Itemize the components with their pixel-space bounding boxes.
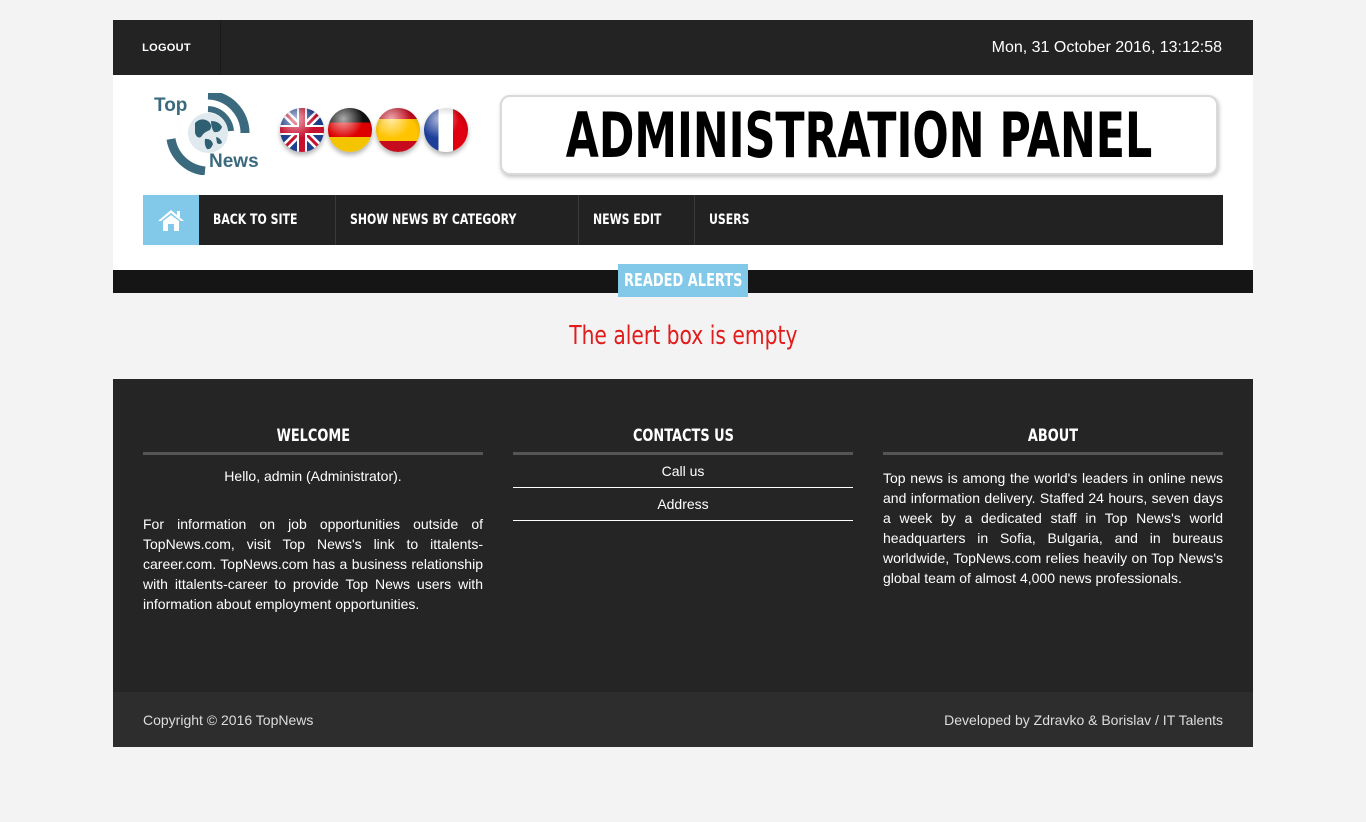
about-heading-text: ABOUT — [1027, 425, 1079, 446]
site-logo[interactable]: Top News — [153, 90, 271, 176]
logo-text-top: Top — [154, 95, 188, 116]
nav-label: SHOW NEWS BY CATEGORY — [350, 212, 517, 228]
contacts-heading: CONTACTS US — [513, 419, 853, 455]
current-datetime: Mon, 31 October 2016, 13:12:58 — [991, 38, 1222, 56]
section-label-text: READED ALERTS — [623, 270, 743, 291]
footer-welcome: WELCOME Hello, admin (Administrator). Fo… — [143, 419, 483, 614]
contacts-heading-text: CONTACTS US — [632, 425, 734, 446]
banner-title: ADMINISTRATION PANEL — [565, 98, 1153, 172]
nav-label: USERS — [709, 212, 750, 228]
nav-home-button[interactable] — [143, 195, 199, 245]
welcome-text: For information on job opportunities out… — [143, 516, 483, 612]
nav-label: BACK TO SITE — [213, 212, 298, 228]
alert-area: The alert box is empty — [113, 293, 1253, 379]
empty-alert-message: The alert box is empty — [568, 321, 798, 351]
footer-contacts: CONTACTS US Call us Address — [513, 419, 853, 521]
copyright-bar: Copyright © 2016 TopNews Developed by Zd… — [113, 692, 1253, 747]
developer-credit: Developed by Zdravko & Borislav / IT Tal… — [944, 711, 1223, 728]
nav-back-to-site[interactable]: BACK TO SITE — [199, 195, 337, 245]
top-bar: LOGOUT Mon, 31 October 2016, 13:12:58 — [113, 20, 1253, 75]
nav-label: NEWS EDIT — [592, 212, 661, 228]
main-nav: BACK TO SITE SHOW NEWS BY CATEGORY NEWS … — [143, 195, 1223, 245]
nav-show-news-by-category[interactable]: SHOW NEWS BY CATEGORY — [336, 195, 579, 245]
nav-news-edit[interactable]: NEWS EDIT — [579, 195, 696, 245]
welcome-heading-text: WELCOME — [276, 425, 350, 446]
about-heading: ABOUT — [883, 419, 1223, 455]
nav-users[interactable]: USERS — [695, 195, 775, 245]
header: Top News ADMINISTRATION PANEL BACK TO SI… — [113, 75, 1253, 270]
france-flag-icon[interactable] — [424, 108, 468, 152]
section-label: READED ALERTS — [618, 264, 748, 297]
logout-button[interactable]: LOGOUT — [113, 20, 221, 75]
address-link[interactable]: Address — [513, 488, 853, 521]
about-text: Top news is among the world's leaders in… — [883, 470, 1223, 586]
spain-flag-icon[interactable] — [376, 108, 420, 152]
admin-panel-banner: ADMINISTRATION PANEL — [500, 95, 1218, 175]
call-us-link[interactable]: Call us — [513, 455, 853, 488]
welcome-hello: Hello, admin (Administrator). — [224, 468, 402, 484]
uk-flag-icon[interactable] — [280, 108, 324, 152]
germany-flag-icon[interactable] — [328, 108, 372, 152]
page-wrapper: LOGOUT Mon, 31 October 2016, 13:12:58 To… — [113, 20, 1253, 747]
copyright-text: Copyright © 2016 TopNews — [143, 711, 314, 728]
home-icon — [158, 210, 184, 231]
footer-about: ABOUT Top news is among the world's lead… — [883, 419, 1223, 588]
footer: WELCOME Hello, admin (Administrator). Fo… — [113, 379, 1253, 747]
logo-text-news: News — [209, 151, 259, 172]
welcome-heading: WELCOME — [143, 419, 483, 455]
section-strip: READED ALERTS — [113, 264, 1253, 297]
language-flags — [280, 108, 468, 152]
